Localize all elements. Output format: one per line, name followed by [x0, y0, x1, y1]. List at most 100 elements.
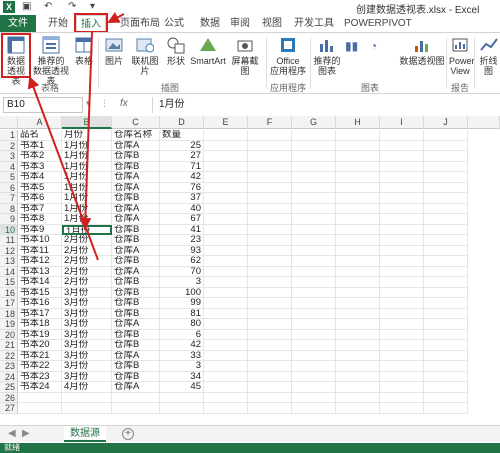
empty-cell[interactable] — [380, 140, 424, 151]
empty-cell[interactable] — [380, 224, 424, 235]
row-header[interactable]: 24 — [0, 371, 18, 382]
table-cell[interactable]: 书本15 — [18, 287, 62, 298]
empty-cell[interactable] — [424, 329, 468, 340]
empty-cell[interactable] — [204, 287, 248, 298]
tab-file[interactable]: 文件 — [0, 15, 36, 32]
empty-cell[interactable] — [380, 130, 424, 141]
empty-cell[interactable] — [204, 130, 248, 141]
row-header[interactable]: 19 — [0, 319, 18, 330]
table-cell[interactable]: 25 — [160, 140, 204, 151]
empty-cell[interactable] — [336, 130, 380, 141]
empty-cell[interactable] — [248, 287, 292, 298]
empty-cell[interactable] — [248, 151, 292, 162]
empty-cell[interactable] — [292, 140, 336, 151]
header-cell[interactable]: 品名 — [18, 130, 62, 141]
empty-cell[interactable] — [204, 214, 248, 225]
table-cell[interactable]: 书本2 — [18, 151, 62, 162]
empty-cell[interactable] — [336, 193, 380, 204]
table-cell[interactable]: 1月份 — [62, 182, 112, 193]
empty-cell[interactable] — [336, 277, 380, 288]
empty-cell[interactable] — [292, 371, 336, 382]
online-picture-button[interactable]: 联机图片 — [128, 36, 162, 76]
empty-cell[interactable] — [292, 392, 336, 403]
empty-cell[interactable] — [380, 361, 424, 372]
empty-cell[interactable] — [292, 287, 336, 298]
empty-cell[interactable] — [424, 361, 468, 372]
row-header[interactable]: 9 — [0, 214, 18, 225]
pivot-chart-button[interactable]: 数据透视图 — [398, 36, 446, 66]
empty-cell[interactable] — [380, 172, 424, 183]
column-header-e[interactable]: E — [204, 116, 248, 129]
row-header[interactable]: 6 — [0, 182, 18, 193]
table-cell[interactable]: 41 — [160, 224, 204, 235]
empty-cell[interactable] — [248, 235, 292, 246]
worksheet-grid[interactable]: ABCDEFGHIJ 1 品名 月份 仓库名称 数量 2 书本1 1月份 仓库A 25 3 书本2 1月… — [0, 116, 500, 418]
empty-cell[interactable] — [292, 298, 336, 309]
empty-cell[interactable] — [248, 140, 292, 151]
table-cell[interactable]: 33 — [160, 350, 204, 361]
empty-cell[interactable] — [380, 350, 424, 361]
empty-cell[interactable] — [380, 403, 424, 414]
table-cell[interactable]: 1月份 — [62, 161, 112, 172]
table-cell[interactable]: 仓库B — [112, 161, 160, 172]
table-cell[interactable]: 书本5 — [18, 182, 62, 193]
empty-cell[interactable] — [292, 182, 336, 193]
empty-cell[interactable] — [336, 151, 380, 162]
empty-cell[interactable] — [380, 193, 424, 204]
table-cell[interactable]: 仓库B — [112, 371, 160, 382]
row-header[interactable]: 25 — [0, 382, 18, 393]
table-cell[interactable]: 书本4 — [18, 172, 62, 183]
table-cell[interactable]: 76 — [160, 182, 204, 193]
empty-cell[interactable] — [424, 350, 468, 361]
table-cell[interactable]: 仓库A — [112, 140, 160, 151]
tab-formulas[interactable]: 公式 — [160, 15, 188, 32]
empty-cell[interactable] — [292, 277, 336, 288]
empty-cell[interactable] — [292, 350, 336, 361]
table-cell[interactable]: 仓库B — [112, 224, 160, 235]
row-header[interactable]: 22 — [0, 350, 18, 361]
office-apps-button[interactable]: Office 应用程序 — [270, 36, 306, 76]
empty-cell[interactable] — [62, 392, 112, 403]
empty-cell[interactable] — [336, 287, 380, 298]
column-header-g[interactable]: G — [292, 116, 336, 129]
empty-cell[interactable] — [204, 172, 248, 183]
empty-cell[interactable] — [204, 245, 248, 256]
row-header[interactable]: 12 — [0, 245, 18, 256]
empty-cell[interactable] — [424, 245, 468, 256]
empty-cell[interactable] — [204, 193, 248, 204]
empty-cell[interactable] — [424, 308, 468, 319]
row-header[interactable]: 18 — [0, 308, 18, 319]
table-cell[interactable]: 书本10 — [18, 235, 62, 246]
tab-developer[interactable]: 开发工具 — [290, 15, 338, 32]
undo-icon[interactable]: ↶ — [44, 1, 52, 12]
recommended-charts-button[interactable]: 推荐的 图表 — [313, 36, 341, 76]
row-header[interactable]: 3 — [0, 151, 18, 162]
table-cell[interactable]: 1月份 — [62, 172, 112, 183]
table-cell[interactable]: 1月份 — [62, 140, 112, 151]
empty-cell[interactable] — [248, 350, 292, 361]
tab-view[interactable]: 视图 — [258, 15, 286, 32]
empty-cell[interactable] — [292, 382, 336, 393]
empty-cell[interactable] — [336, 298, 380, 309]
add-sheet-icon[interactable]: + — [122, 428, 134, 440]
row-header[interactable]: 26 — [0, 392, 18, 403]
empty-cell[interactable] — [204, 329, 248, 340]
empty-cell[interactable] — [204, 403, 248, 414]
empty-cell[interactable] — [18, 392, 62, 403]
empty-cell[interactable] — [248, 392, 292, 403]
table-cell[interactable]: 书本19 — [18, 329, 62, 340]
empty-cell[interactable] — [204, 161, 248, 172]
empty-cell[interactable] — [424, 256, 468, 267]
empty-cell[interactable] — [424, 287, 468, 298]
table-cell[interactable]: 80 — [160, 319, 204, 330]
row-header[interactable]: 16 — [0, 287, 18, 298]
empty-cell[interactable] — [204, 266, 248, 277]
empty-cell[interactable] — [336, 203, 380, 214]
table-cell[interactable]: 3月份 — [62, 287, 112, 298]
empty-cell[interactable] — [292, 329, 336, 340]
row-header[interactable]: 1 — [0, 130, 18, 141]
empty-cell[interactable] — [248, 256, 292, 267]
row-header[interactable]: 17 — [0, 298, 18, 309]
table-button[interactable]: 表格 — [73, 36, 95, 66]
row-header[interactable]: 4 — [0, 161, 18, 172]
